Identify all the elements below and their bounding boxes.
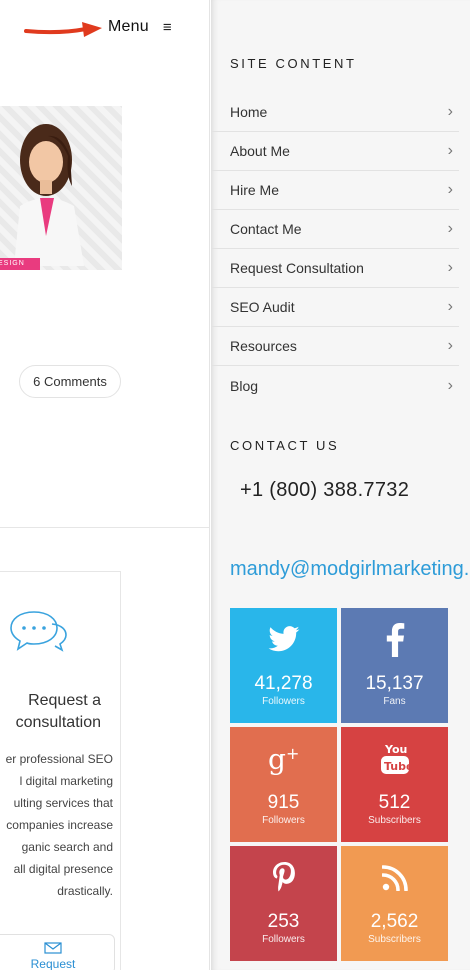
facebook-label: Fans <box>383 696 406 707</box>
pinterest-icon <box>272 862 295 892</box>
rss-count: 2,562 <box>370 911 419 932</box>
rss-tile[interactable]: 2,562 Subscribers <box>341 846 448 961</box>
nav-item-home[interactable]: Home › <box>211 93 459 132</box>
card-text-line: companies increase <box>6 818 113 832</box>
chevron-right-icon: › <box>447 298 453 315</box>
phone-number[interactable]: +1 (800) 388.7732 <box>240 479 409 502</box>
menu-label: Menu <box>108 18 149 35</box>
envelope-icon <box>44 942 62 954</box>
google-plus-tile[interactable]: g + 915 Followers <box>230 727 337 842</box>
nav-item-blog[interactable]: Blog › <box>211 366 459 405</box>
divider <box>0 527 209 528</box>
youtube-tile[interactable]: You Tube 512 Subscribers <box>341 727 448 842</box>
card-title: Request a consultation <box>0 690 101 734</box>
nav-item-label: Contact Me <box>230 221 302 237</box>
person-portrait-icon <box>14 124 84 266</box>
card-description: er professional SEO l digital marketing … <box>0 748 113 902</box>
chevron-right-icon: › <box>447 376 453 394</box>
google-plus-icon: g + <box>268 743 299 775</box>
site-nav: Home › About Me › Hire Me › Contact Me ›… <box>211 93 459 405</box>
site-content-heading: SITE CONTENT <box>230 56 357 71</box>
email-link[interactable]: mandy@modgirlmarketing.com <box>230 558 470 581</box>
menu-toggle-button[interactable]: Menu ≡ <box>108 18 172 36</box>
pinterest-label: Followers <box>262 934 305 945</box>
youtube-label: Subscribers <box>368 815 421 826</box>
nav-item-label: Home <box>230 104 268 120</box>
nav-item-about-me[interactable]: About Me › <box>211 132 459 171</box>
author-photo: ESIGN <box>0 106 122 270</box>
nav-item-label: SEO Audit <box>230 299 295 315</box>
card-text-line: er professional SEO <box>5 752 113 766</box>
card-text-line: l digital marketing <box>19 774 113 788</box>
request-button-label: Request <box>30 957 76 970</box>
side-drawer: SITE CONTENT Home › About Me › Hire Me ›… <box>211 0 470 970</box>
svg-text:g: g <box>268 743 286 775</box>
facebook-tile[interactable]: 15,137 Fans <box>341 608 448 723</box>
card-title-line: Request a <box>28 692 101 709</box>
google-plus-label: Followers <box>262 815 305 826</box>
nav-item-seo-audit[interactable]: SEO Audit › <box>211 288 459 327</box>
nav-item-request-consultation[interactable]: Request Consultation › <box>211 249 459 288</box>
svg-text:You: You <box>384 743 407 756</box>
rss-icon <box>381 865 408 891</box>
chevron-right-icon: › <box>447 142 453 159</box>
nav-item-label: Hire Me <box>230 182 280 198</box>
social-counters: 41,278 Followers 15,137 Fans g + 915 Fol… <box>230 608 452 961</box>
hamburger-icon: ≡ <box>162 18 172 36</box>
contact-us-heading: CONTACT US <box>230 438 340 453</box>
facebook-icon <box>386 623 404 657</box>
twitter-label: Followers <box>262 696 305 707</box>
youtube-icon: You Tube <box>380 743 410 774</box>
google-plus-count: 915 <box>267 792 300 813</box>
chevron-right-icon: › <box>447 259 453 276</box>
card-text-line: drastically. <box>57 884 113 898</box>
card-text-line: all digital presence <box>13 862 113 876</box>
pinterest-tile[interactable]: 253 Followers <box>230 846 337 961</box>
comments-button[interactable]: 6 Comments <box>19 365 121 398</box>
youtube-count: 512 <box>378 792 411 813</box>
request-button[interactable]: Request <box>0 934 115 970</box>
svg-text:Tube: Tube <box>384 760 410 773</box>
chevron-right-icon: › <box>447 337 453 354</box>
nav-item-label: Request Consultation <box>230 260 364 276</box>
card-text-line: ulting services that <box>13 796 113 810</box>
nav-item-hire-me[interactable]: Hire Me › <box>211 171 459 210</box>
svg-text:+: + <box>286 744 299 763</box>
chevron-right-icon: › <box>447 220 453 237</box>
page-content: Menu ≡ ESIGN 6 Comments Request a consul… <box>0 0 210 970</box>
nav-item-label: Resources <box>230 338 297 354</box>
card-text-line: ganic search and <box>21 840 113 854</box>
chevron-right-icon: › <box>447 103 453 120</box>
facebook-count: 15,137 <box>365 673 424 694</box>
consultation-card: Request a consultation er professional S… <box>0 571 121 970</box>
nav-item-resources[interactable]: Resources › <box>211 327 459 366</box>
twitter-tile[interactable]: 41,278 Followers <box>230 608 337 723</box>
brand-band: ESIGN <box>0 258 40 270</box>
nav-item-label: About Me <box>230 143 290 159</box>
twitter-count: 41,278 <box>254 673 313 694</box>
nav-item-label: Blog <box>230 377 259 394</box>
card-title-line: consultation <box>15 714 101 731</box>
red-arrow-annotation <box>24 22 102 37</box>
pinterest-count: 253 <box>267 911 300 932</box>
chat-bubbles-icon <box>10 611 67 652</box>
twitter-icon <box>268 626 299 652</box>
chevron-right-icon: › <box>447 181 453 198</box>
nav-item-contact-me[interactable]: Contact Me › <box>211 210 459 249</box>
rss-label: Subscribers <box>368 934 421 945</box>
